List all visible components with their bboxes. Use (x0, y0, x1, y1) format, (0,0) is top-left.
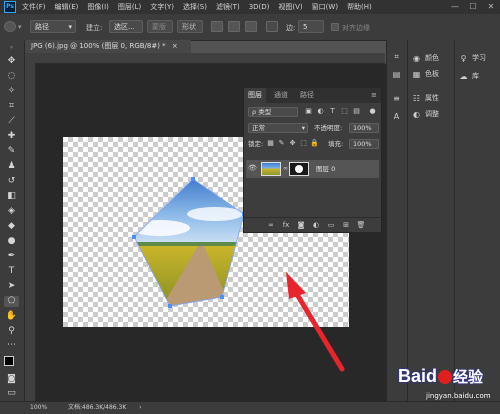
annotation-arrow-shaft (295, 293, 345, 372)
chevron-down-icon: ▾ (301, 124, 305, 132)
document-info: 文档:486.3K/486.3K (68, 404, 127, 411)
layer-thumbnail[interactable] (261, 162, 281, 176)
swatches-grid-icon: ▦ (412, 69, 421, 79)
new-layer-icon[interactable]: ⊞ (341, 220, 351, 230)
tab-channels[interactable]: 通道 (270, 88, 292, 103)
properties-panel-label: 属性 (425, 94, 439, 102)
add-mask-icon[interactable]: ◙ (296, 220, 306, 230)
tab-paths[interactable]: 路径 (296, 88, 318, 103)
status-expand-arrow-icon[interactable]: › (139, 402, 141, 414)
filter-adjustment-icon[interactable]: ◐ (316, 107, 325, 116)
watermark-brand: Baid (398, 366, 438, 386)
navigator-panel-icon[interactable]: ▤ (392, 70, 401, 79)
filter-smart-object-icon[interactable]: ▤ (352, 107, 361, 116)
fx-icon[interactable]: fx (281, 220, 291, 230)
panel-menu-icon[interactable]: ≡ (367, 88, 381, 103)
color-panel-label: 颜色 (425, 54, 439, 62)
color-panel-tab[interactable]: ◉ 颜色 (412, 52, 439, 64)
filter-pixel-icon[interactable]: ▣ (304, 107, 313, 116)
swatches-panel-tab[interactable]: ▦ 色板 (412, 68, 439, 80)
layer-row[interactable]: 👁 ∞ 图层 0 (246, 160, 379, 178)
lock-pixels-icon[interactable]: ✎ (277, 139, 286, 148)
baidu-jingyan-watermark: Baid 经验 jingyan.baidu.com (398, 366, 500, 412)
anchor-point-bottom-left[interactable] (168, 304, 172, 308)
libraries-panel-tab[interactable]: ☁ 库 (459, 70, 480, 82)
lock-artboard-icon[interactable]: ⬚ (299, 139, 308, 148)
filter-toggle-icon[interactable]: ● (368, 107, 377, 116)
filter-shape-icon[interactable]: ⬚ (340, 107, 349, 116)
blend-mode-select[interactable]: 正常 ▾ (248, 123, 308, 133)
collapsed-panel-strip: ⌗ ▤ ≡ A (386, 40, 407, 401)
layers-panel-footer: ∞ fx ◙ ◐ ▭ ⊞ 🗑 (244, 217, 381, 232)
adjustments-panel-tab[interactable]: ◐ 调整 (412, 108, 439, 120)
paw-logo-icon (438, 370, 453, 385)
layer-mask-thumbnail[interactable] (289, 162, 309, 176)
visibility-eye-icon[interactable]: 👁 (248, 164, 257, 173)
annotation-arrow-head (286, 272, 306, 299)
adjustment-layer-icon[interactable]: ◐ (311, 220, 321, 230)
anchor-point-left[interactable] (132, 235, 136, 239)
watermark-url: jingyan.baidu.com (426, 392, 491, 400)
layers-panel-tabs: 图层 通道 路径 ≡ (244, 88, 381, 103)
link-layers-icon[interactable]: ∞ (266, 220, 276, 230)
character-panel-icon[interactable]: A (392, 112, 401, 121)
new-group-folder-icon[interactable]: ▭ (326, 220, 336, 230)
filter-type-icon[interactable]: T (328, 107, 337, 116)
history-panel-icon[interactable]: ⌗ (392, 52, 401, 61)
fill-input[interactable]: 100% (349, 139, 379, 149)
color-palette-icon: ◉ (413, 53, 420, 63)
libraries-cloud-icon: ☁ (459, 71, 468, 81)
lock-all-icon[interactable]: 🔒 (310, 139, 319, 148)
properties-panel-tab[interactable]: ☷ 属性 (412, 92, 439, 104)
lock-label: 锁定: (248, 140, 264, 148)
fill-label: 填充: (328, 140, 344, 148)
pentagon-masked-image[interactable] (120, 170, 260, 316)
blend-mode-value: 正常 (252, 124, 265, 132)
lock-fill-row: 锁定: ▦ ✎ ✥ ⬚ 🔒 填充: 100% (246, 138, 379, 150)
lightbulb-icon: ♀ (460, 53, 467, 63)
paragraph-panel-icon[interactable]: ≡ (392, 94, 401, 103)
watermark-brand-cn: 经验 (453, 369, 484, 386)
tab-layers[interactable]: 图层 (244, 88, 266, 103)
adjustments-circle-icon: ◐ (413, 109, 420, 119)
opacity-input[interactable]: 100% (349, 123, 379, 133)
layer-name[interactable]: 图层 0 (316, 163, 335, 175)
zoom-level[interactable]: 100% (30, 402, 47, 414)
anchor-point-bottom-right[interactable] (220, 295, 224, 299)
lock-position-icon[interactable]: ✥ (288, 139, 297, 148)
opacity-label: 不透明度: (314, 124, 343, 132)
libraries-panel-label: 库 (472, 72, 479, 80)
panel-dock-learn: ♀ 学习 ☁ 库 (454, 40, 500, 401)
delete-layer-trash-icon[interactable]: 🗑 (356, 220, 366, 230)
layers-panel: 图层 通道 路径 ≡ ρ 类型 ▣ ◐ T ⬚ ▤ ● 正常 ▾ 不透明度: 10… (243, 87, 382, 233)
blend-opacity-row: 正常 ▾ 不透明度: 100% (246, 122, 379, 134)
swatches-panel-label: 色板 (425, 70, 439, 78)
properties-sliders-icon: ☷ (412, 93, 421, 103)
layer-filter-row: ρ 类型 ▣ ◐ T ⬚ ▤ ● (246, 106, 379, 118)
adjustments-panel-label: 调整 (425, 110, 439, 118)
learn-panel-label: 学习 (472, 54, 486, 62)
learn-panel-tab[interactable]: ♀ 学习 (459, 52, 486, 64)
anchor-point-top[interactable] (191, 177, 195, 181)
lock-transparent-icon[interactable]: ▦ (266, 139, 275, 148)
panel-dock-color: ◉ 颜色 ▦ 色板 ☷ 属性 ◐ 调整 (407, 40, 454, 401)
layer-kind-filter[interactable]: ρ 类型 (248, 107, 298, 117)
